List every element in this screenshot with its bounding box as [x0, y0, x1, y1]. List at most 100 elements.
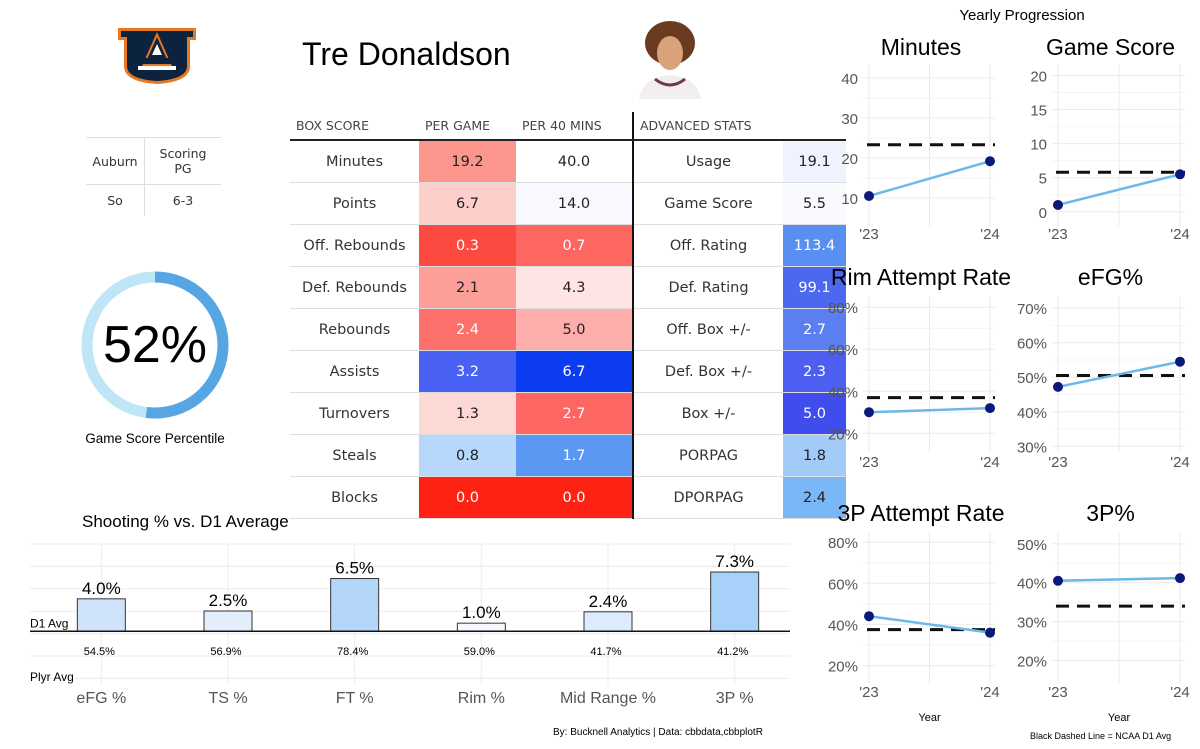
per-40-value: 0.7 — [516, 224, 634, 267]
stats-row: Steals 0.8 1.7 PORPAG 1.8 — [290, 434, 846, 477]
panel-title: eFG% — [1078, 264, 1143, 290]
category-label: 3P % — [716, 690, 754, 707]
x-tick-label: '24 — [1170, 454, 1190, 471]
bar-value-label: 1.0% — [462, 603, 501, 622]
header-box-score: BOX SCORE — [290, 112, 419, 141]
y-tick-label: 40% — [828, 384, 858, 401]
y-tick-label: 10 — [1030, 137, 1047, 154]
y-tick-label: 50% — [1017, 537, 1047, 554]
shooting-bar — [583, 611, 633, 632]
per-game-value: 19.2 — [419, 140, 516, 183]
y-tick-label: 40% — [1017, 576, 1047, 593]
per-40-value: 2.7 — [516, 392, 634, 435]
per-game-value: 3.2 — [419, 350, 516, 393]
player-role: Scoring PG — [144, 137, 221, 185]
y-tick-label: 20 — [1030, 68, 1047, 85]
per-game-value: 6.7 — [419, 182, 516, 225]
y-tick-label: 80% — [828, 300, 858, 317]
player-class: So — [86, 184, 145, 216]
shooting-chart: Shooting % vs. D1 Average 4.0% 54.5% eFG % 2… — [30, 512, 790, 707]
advanced-label: Game Score — [633, 182, 783, 225]
advanced-label: Def. Rating — [633, 266, 783, 309]
y-tick-label: 70% — [1017, 301, 1047, 318]
gauge-value: 52% — [103, 316, 207, 374]
shooting-bar — [76, 598, 126, 632]
per-40-value: 40.0 — [516, 140, 634, 183]
x-tick-label: '23 — [859, 226, 879, 243]
x-tick-label: '24 — [980, 454, 1000, 471]
panel-title: Game Score — [1046, 34, 1175, 60]
y-tick-label: 30% — [1017, 615, 1047, 632]
per-game-value: 2.1 — [419, 266, 516, 309]
advanced-label: Def. Box +/- — [633, 350, 783, 393]
player-avg-label: 59.0% — [464, 646, 495, 658]
progression-point — [1175, 169, 1185, 180]
team-name: Auburn — [86, 137, 145, 185]
progression-point — [1053, 575, 1063, 586]
stat-label: Turnovers — [290, 392, 419, 435]
category-label: FT % — [336, 690, 374, 707]
y-tick-label: 40 — [841, 71, 858, 88]
bar-value-label: 2.4% — [589, 592, 628, 611]
shooting-bar — [710, 571, 760, 632]
per-game-value: 0.3 — [419, 224, 516, 267]
progression-point — [1175, 356, 1185, 367]
y-tick-label: 5 — [1039, 171, 1047, 188]
x-tick-label: '24 — [1170, 684, 1190, 701]
progression-point — [985, 627, 995, 638]
y-tick-label: 10 — [841, 191, 858, 208]
player-avg-label: 56.9% — [210, 646, 241, 658]
stat-label: Def. Rebounds — [290, 266, 419, 309]
progression-point — [864, 407, 874, 418]
player-headshot — [639, 21, 701, 99]
x-axis-label: Year — [918, 712, 941, 724]
progression-title: Yearly Progression — [959, 7, 1084, 24]
y-tick-label: 60% — [828, 576, 858, 593]
advanced-label: Off. Rating — [633, 224, 783, 267]
gauge-label: Game Score Percentile — [85, 431, 225, 446]
bar-value-label: 2.5% — [209, 591, 248, 610]
stat-label: Steals — [290, 434, 419, 477]
stats-row: Points 6.7 14.0 Game Score 5.5 — [290, 182, 846, 225]
stats-row: Assists 3.2 6.7 Def. Box +/- 2.3 — [290, 350, 846, 393]
progression-point — [864, 611, 874, 622]
shooting-bar — [456, 622, 506, 632]
progression-line — [1057, 576, 1181, 583]
au-logo-icon — [118, 28, 196, 84]
y-tick-label: 60% — [828, 342, 858, 359]
category-label: TS % — [208, 690, 247, 707]
x-tick-label: '23 — [1048, 226, 1068, 243]
progression-point — [985, 403, 995, 414]
x-tick-label: '23 — [859, 454, 879, 471]
per-40-value: 5.0 — [516, 308, 634, 351]
y-tick-label: 20% — [828, 426, 858, 443]
progression-point — [1053, 199, 1063, 210]
per-40-value: 14.0 — [516, 182, 634, 225]
progression-point — [985, 156, 995, 167]
stats-row: Turnovers 1.3 2.7 Box +/- 5.0 — [290, 392, 846, 435]
bar-value-label: 4.0% — [82, 579, 121, 598]
x-axis-label: Year — [1108, 712, 1131, 724]
stat-label: Rebounds — [290, 308, 419, 351]
y-tick-label: 15 — [1030, 103, 1047, 120]
bar-value-label: 7.3% — [715, 552, 754, 571]
stats-table-header: BOX SCORE PER GAME PER 40 MINS ADVANCED … — [290, 112, 846, 141]
stat-label: Assists — [290, 350, 419, 393]
bar-value-label: 6.5% — [335, 559, 374, 578]
x-tick-label: '23 — [1048, 684, 1068, 701]
stats-row: Rebounds 2.4 5.0 Off. Box +/- 2.7 — [290, 308, 846, 351]
y-tick-label: 20 — [841, 151, 858, 168]
per-40-value: 1.7 — [516, 434, 634, 477]
shooting-bar — [330, 578, 380, 632]
player-avg-label: 78.4% — [337, 646, 368, 658]
stat-label: Points — [290, 182, 419, 225]
advanced-label: Usage — [633, 140, 783, 183]
advanced-label: PORPAG — [633, 434, 783, 477]
x-tick-label: '24 — [1170, 226, 1190, 243]
panel-title: 3P% — [1086, 500, 1135, 526]
per-game-value: 0.8 — [419, 434, 516, 477]
x-tick-label: '23 — [859, 684, 879, 701]
y-tick-label: 40% — [828, 617, 858, 634]
per-game-value: 1.3 — [419, 392, 516, 435]
team-logo — [118, 28, 196, 84]
